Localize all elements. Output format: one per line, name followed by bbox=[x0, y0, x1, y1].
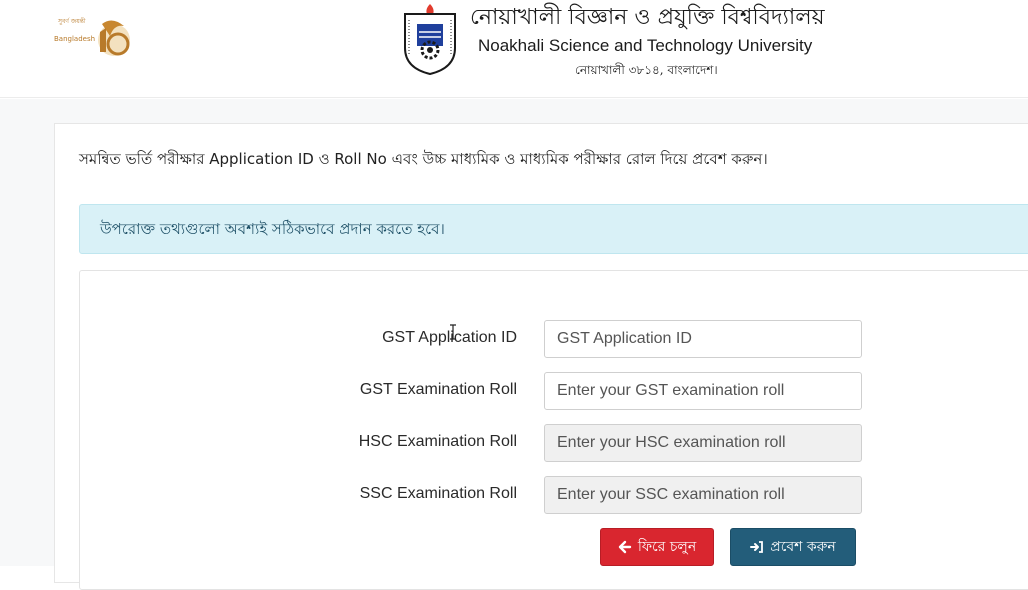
university-address: নোয়াখালী ৩৮১৪, বাংলাদেশ। bbox=[575, 63, 718, 77]
site-header: সুবর্ণ জয়ন্তী Bangladesh নোয়াখালী বিজ্… bbox=[0, 0, 1028, 98]
text-cursor-icon bbox=[450, 324, 456, 340]
enter-button-label: প্রবেশ করুন bbox=[770, 539, 836, 555]
gst-examination-roll-label: GST Examination Roll bbox=[359, 381, 517, 398]
sign-in-icon bbox=[750, 540, 764, 554]
jubilee-text-bn: সুবর্ণ জয়ন্তী bbox=[58, 18, 86, 25]
gst-application-id-input[interactable] bbox=[544, 320, 862, 358]
ssc-examination-roll-label: SSC Examination Roll bbox=[359, 485, 517, 502]
gst-examination-roll-input[interactable] bbox=[544, 372, 862, 410]
golden-jubilee-logo: সুবর্ণ জয়ন্তী Bangladesh bbox=[52, 12, 132, 60]
info-alert: উপরোক্ত তথ্যগুলো অবশ্যই সঠিকভাবে প্রদান … bbox=[79, 204, 1028, 254]
instruction-text: সমন্বিত ভর্তি পরীক্ষার Application ID ও … bbox=[79, 150, 768, 168]
hsc-examination-roll-input[interactable] bbox=[544, 424, 862, 462]
back-button[interactable]: ফিরে চলুন bbox=[600, 528, 714, 566]
ssc-examination-roll-input[interactable] bbox=[544, 476, 862, 514]
university-title-en: Noakhali Science and Technology Universi… bbox=[478, 36, 813, 55]
gst-application-id-label: GST Application ID bbox=[382, 329, 517, 346]
hsc-examination-roll-label: HSC Examination Roll bbox=[358, 433, 517, 450]
back-button-label: ফিরে চলুন bbox=[637, 539, 697, 555]
university-title-bn: নোয়াখালী বিজ্ঞান ও প্রযুক্তি বিশ্ববিদ্য… bbox=[470, 5, 825, 30]
enter-button[interactable]: প্রবেশ করুন bbox=[730, 528, 856, 566]
jubilee-country: Bangladesh bbox=[54, 35, 96, 43]
arrow-left-icon bbox=[618, 540, 632, 554]
university-logo bbox=[397, 2, 463, 76]
university-crest-icon bbox=[404, 4, 456, 76]
info-alert-text: উপরোক্ত তথ্যগুলো অবশ্যই সঠিকভাবে প্রদান … bbox=[100, 220, 445, 238]
